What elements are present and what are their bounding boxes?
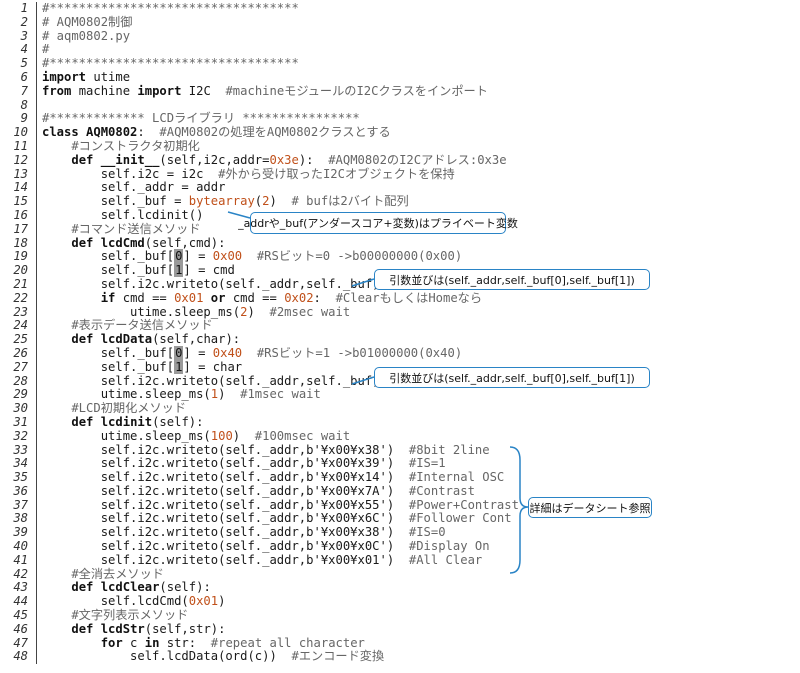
callout-args-order-data: 引数並びは(self._addr,self._buf[0],self._buf[… xyxy=(374,367,650,388)
callout-datasheet: 詳細はデータシート参照 xyxy=(528,497,652,518)
args-data-pointer xyxy=(351,376,375,385)
args-cmd-pointer xyxy=(351,278,375,287)
callout-private-vars: _addrや_buf(アンダースコア+変数)はプライベート変数 xyxy=(238,212,518,234)
datasheet-brace xyxy=(509,446,529,574)
callout-args-order-cmd: 引数並びは(self._addr,self._buf[0],self._buf[… xyxy=(374,269,650,290)
callout-connectors xyxy=(227,211,529,574)
